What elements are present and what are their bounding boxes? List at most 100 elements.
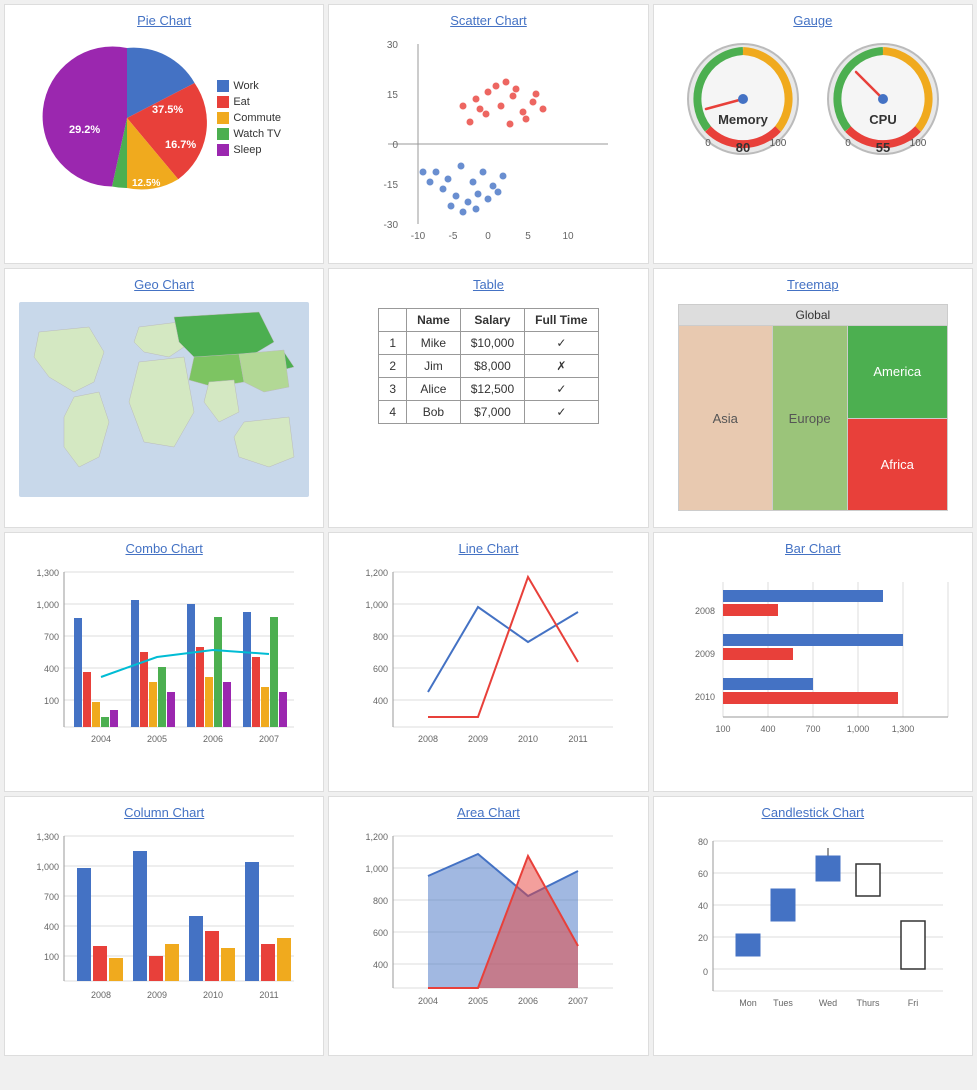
table-chart-cell: Table Name Salary Full Time 1 Mike $10,0… <box>328 268 648 528</box>
geo-chart-title[interactable]: Geo Chart <box>134 277 194 292</box>
legend-color-sleep <box>217 144 229 156</box>
svg-text:10: 10 <box>563 231 575 242</box>
legend-color-eat <box>217 96 229 108</box>
area-chart-title[interactable]: Area Chart <box>457 805 520 820</box>
svg-text:2005: 2005 <box>147 734 167 744</box>
svg-text:0: 0 <box>486 231 492 242</box>
svg-text:Fri: Fri <box>908 998 919 1008</box>
table-header-fulltime: Full Time <box>525 309 598 332</box>
treemap-chart-cell: Treemap Global Asia Europe America <box>653 268 973 528</box>
svg-text:0: 0 <box>393 140 399 151</box>
treemap-asia-label: Asia <box>713 411 738 426</box>
table-cell-fulltime: ✓ <box>525 332 598 355</box>
svg-text:Tues: Tues <box>773 998 793 1008</box>
legend-label-work: Work <box>233 80 258 92</box>
line-chart-cell: Line Chart 1,200 1,000 800 600 400 2008 … <box>328 532 648 792</box>
svg-text:1,200: 1,200 <box>366 568 389 578</box>
gauge-container: Memory 0 100 80 CPU 0 100 55 <box>678 34 948 164</box>
legend-label-watchtv: Watch TV <box>233 128 281 140</box>
svg-text:Memory: Memory <box>718 112 769 127</box>
table-cell-salary: $7,000 <box>460 401 524 424</box>
line-chart-title[interactable]: Line Chart <box>459 541 519 556</box>
svg-text:40: 40 <box>698 901 708 911</box>
svg-text:700: 700 <box>44 632 59 642</box>
svg-text:700: 700 <box>805 724 820 734</box>
scatter-chart-title[interactable]: Scatter Chart <box>450 13 527 28</box>
gauge-chart-title[interactable]: Gauge <box>793 13 832 28</box>
svg-text:1,300: 1,300 <box>37 568 60 578</box>
svg-text:2011: 2011 <box>569 734 588 744</box>
svg-text:55: 55 <box>876 140 890 155</box>
svg-text:2004: 2004 <box>91 734 111 744</box>
svg-text:2010: 2010 <box>695 692 715 702</box>
svg-text:2010: 2010 <box>518 734 538 744</box>
treemap-africa-label: Africa <box>881 457 914 472</box>
svg-text:2008: 2008 <box>418 734 438 744</box>
table-row: 4 Bob $7,000 ✓ <box>379 401 598 424</box>
svg-text:-10: -10 <box>411 231 426 242</box>
svg-text:700: 700 <box>44 892 59 902</box>
treemap-chart-title[interactable]: Treemap <box>787 277 839 292</box>
pie-label-work: 37.5% <box>152 104 183 116</box>
legend-watchtv: Watch TV <box>217 128 281 140</box>
treemap-asia: Asia <box>679 326 773 510</box>
svg-text:-15: -15 <box>384 180 399 191</box>
candlestick-chart-title[interactable]: Candlestick Chart <box>762 805 865 820</box>
svg-text:400: 400 <box>760 724 775 734</box>
table-cell-salary: $8,000 <box>460 355 524 378</box>
treemap-america: America <box>848 326 947 419</box>
svg-text:1,200: 1,200 <box>366 832 389 842</box>
table-chart-title[interactable]: Table <box>473 277 504 292</box>
svg-text:15: 15 <box>387 90 399 101</box>
svg-text:1,000: 1,000 <box>37 862 60 872</box>
candlestick-svg: 80 60 40 20 0 Mon Tues Wed Thurs Fri <box>668 826 958 1026</box>
svg-text:20: 20 <box>698 933 708 943</box>
svg-text:100: 100 <box>715 724 730 734</box>
svg-text:1,300: 1,300 <box>892 724 915 734</box>
area-svg: 1,200 1,000 800 600 400 2004 2005 2006 2… <box>348 826 628 1026</box>
svg-text:1,000: 1,000 <box>847 724 870 734</box>
pie-legend: Work Eat Commute Watch TV Sleep <box>217 80 281 156</box>
column-chart-title[interactable]: Column Chart <box>124 805 204 820</box>
svg-text:100: 100 <box>44 952 59 962</box>
svg-text:1,000: 1,000 <box>366 864 389 874</box>
svg-text:100: 100 <box>909 138 926 149</box>
table-cell-num: 4 <box>379 401 407 424</box>
table-cell-num: 2 <box>379 355 407 378</box>
svg-text:2009: 2009 <box>695 649 715 659</box>
bar-chart-title[interactable]: Bar Chart <box>785 541 841 556</box>
pie-svg: 37.5% 16.7% 12.5% 29.2% <box>47 38 207 198</box>
treemap-global-label: Global <box>678 304 948 326</box>
svg-text:Mon: Mon <box>739 998 757 1008</box>
svg-text:1,000: 1,000 <box>366 600 389 610</box>
table-cell-name: Mike <box>407 332 461 355</box>
svg-text:2004: 2004 <box>418 996 438 1006</box>
scatter-chart-cell: Scatter Chart 30 15 0 -15 -30 -10 -5 0 5… <box>328 4 648 264</box>
line-svg: 1,200 1,000 800 600 400 2008 2009 2010 2… <box>348 562 628 762</box>
table-cell-fulltime: ✗ <box>525 355 598 378</box>
svg-text:80: 80 <box>736 140 750 155</box>
pie-chart-title[interactable]: Pie Chart <box>137 13 191 28</box>
gauge-cpu-svg: CPU 0 100 55 <box>818 34 948 164</box>
svg-text:2006: 2006 <box>518 996 538 1006</box>
svg-text:2009: 2009 <box>468 734 488 744</box>
legend-sleep: Sleep <box>217 144 281 156</box>
gauge-memory-svg: Memory 0 100 80 <box>678 34 808 164</box>
combo-chart-title[interactable]: Combo Chart <box>126 541 203 556</box>
geo-svg <box>19 302 309 497</box>
svg-text:100: 100 <box>44 696 59 706</box>
table-cell-name: Bob <box>407 401 461 424</box>
svg-text:2006: 2006 <box>203 734 223 744</box>
column-svg: 1,300 1,000 700 400 100 2008 2009 2010 2… <box>19 826 309 1026</box>
gauge-chart-cell: Gauge Memory 0 100 80 <box>653 4 973 264</box>
svg-text:800: 800 <box>373 896 388 906</box>
bar-chart-cell: Bar Chart 100 400 700 1,000 1,300 2008 2… <box>653 532 973 792</box>
table-header-num <box>379 309 407 332</box>
table-row: 2 Jim $8,000 ✗ <box>379 355 598 378</box>
svg-text:60: 60 <box>698 869 708 879</box>
table-cell-name: Jim <box>407 355 461 378</box>
treemap-africa: Africa <box>848 419 947 511</box>
svg-text:2005: 2005 <box>468 996 488 1006</box>
table-header-salary: Salary <box>460 309 524 332</box>
combo-svg: 1,300 1,000 700 400 100 2004 2005 2006 2… <box>19 562 309 762</box>
